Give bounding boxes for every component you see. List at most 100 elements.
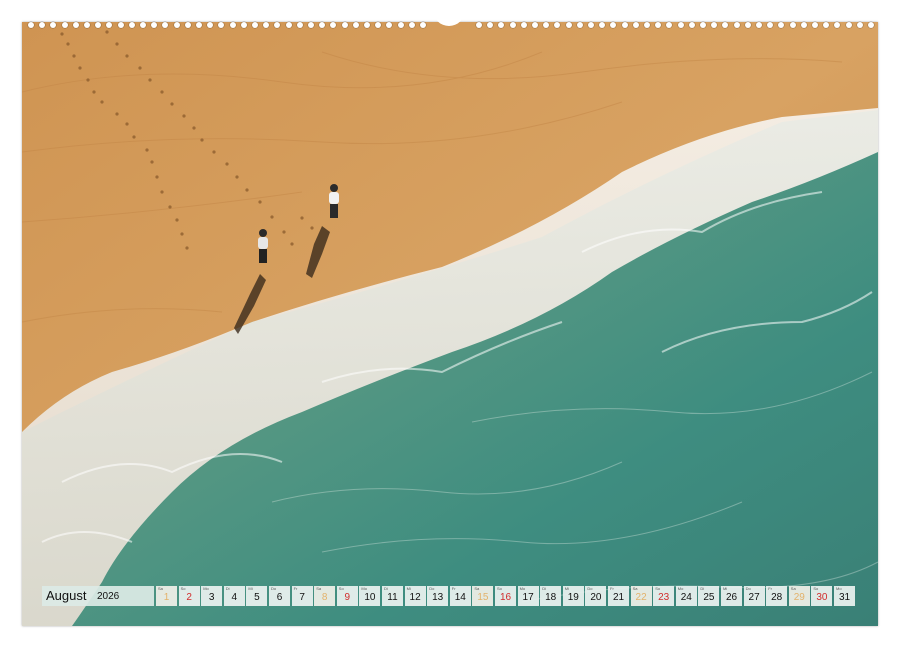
binding-hole: [196, 22, 202, 28]
binding-hole: [509, 22, 516, 28]
binding-hole: [789, 22, 796, 28]
day-cell: Sa 15: [472, 586, 494, 606]
day-number: 5: [254, 592, 260, 603]
day-cell: Di 25: [698, 586, 720, 606]
day-cell: Di 11: [382, 586, 403, 606]
day-cell: So 2: [178, 586, 200, 606]
binding-hole: [296, 22, 303, 28]
binding-hole: [812, 22, 818, 28]
day-number: 22: [635, 592, 647, 603]
weekday-abbr: Mo: [361, 586, 367, 591]
weekday-abbr: Do: [745, 586, 751, 591]
day-cell: So 30: [811, 586, 833, 606]
binding-hole: [106, 22, 113, 28]
binding-hole: [688, 22, 695, 28]
day-cell: Mo 17: [517, 586, 539, 606]
day-number: 16: [499, 592, 512, 603]
binding-hole: [868, 22, 874, 28]
binding-hole: [767, 22, 774, 28]
binding-hole: [800, 22, 807, 28]
binding-hole: [520, 22, 527, 28]
binding-hole: [599, 22, 606, 28]
weekday-abbr: Di: [542, 586, 546, 591]
day-cell: Fr 28: [766, 586, 788, 606]
weekday-abbr: Sa: [474, 586, 480, 591]
day-cell: Do 20: [585, 586, 607, 606]
binding-hole: [576, 22, 583, 28]
day-number: 31: [838, 592, 851, 603]
weekday-abbr: Fr: [293, 586, 298, 591]
binding-hole: [621, 22, 628, 28]
binding-hole: [95, 22, 102, 28]
binding-hole: [554, 22, 561, 28]
weekday-abbr: Sa: [158, 586, 163, 591]
day-cell: Fr 14: [449, 586, 471, 606]
binding-hole: [308, 22, 314, 28]
binding-hole: [655, 22, 662, 28]
binding-hole: [700, 22, 706, 28]
day-cell: Fr 7: [291, 586, 313, 606]
day-number: 10: [364, 592, 376, 603]
day-number: 2: [186, 592, 192, 603]
binding-hole: [173, 22, 180, 28]
weekday-abbr: Fr: [610, 586, 614, 591]
day-cell: Mi 26: [721, 586, 742, 606]
binding-hole: [386, 22, 393, 28]
day-cell: So 16: [495, 586, 516, 606]
day-cell: Do 27: [743, 586, 765, 606]
weekday-abbr: Mi: [248, 586, 253, 591]
day-cell: Sa 8: [314, 586, 336, 606]
calendar-strip: August 2026 Sa 1 So 2 Mo 3 Di 4 Mi 5 Do 6 Fr 7 Sa 8 So 9 Mo…: [42, 586, 858, 606]
binding-hole: [722, 22, 729, 28]
binding-hole: [128, 22, 135, 28]
day-number: 4: [231, 592, 238, 603]
day-cell: Mo 10: [359, 586, 381, 606]
binding-hole: [319, 22, 326, 28]
day-number: 28: [771, 592, 783, 603]
weekday-abbr: Sa: [316, 586, 322, 591]
day-number: 30: [816, 592, 828, 603]
binding-hole: [229, 22, 236, 28]
weekday-abbr: Fr: [451, 586, 456, 591]
binding-hole: [364, 22, 370, 28]
binding-hole: [140, 22, 146, 28]
binding-hole: [420, 22, 426, 28]
day-number: 8: [321, 592, 328, 603]
month-label-box: August 2026: [42, 586, 154, 606]
binding-hole: [375, 22, 382, 28]
weekday-abbr: Mo: [519, 586, 526, 591]
binding-hole: [184, 22, 191, 28]
weekday-abbr: Mo: [203, 586, 209, 591]
day-number: 1: [163, 592, 170, 603]
binding-hole: [341, 22, 348, 28]
binding-hole: [588, 22, 594, 28]
binding-hole: [498, 22, 505, 28]
day-cell: Do 6: [269, 586, 290, 606]
day-number: 21: [612, 592, 625, 603]
day-number: 13: [432, 592, 444, 603]
day-cell: Mo 3: [201, 586, 223, 606]
day-number: 27: [748, 592, 760, 603]
weekday-abbr: So: [180, 586, 186, 591]
day-number: 9: [344, 592, 351, 603]
weekday-abbr: So: [655, 586, 661, 591]
binding-hole: [263, 22, 270, 28]
day-number: 25: [703, 592, 715, 603]
weekday-abbr: So: [497, 586, 502, 591]
day-number: 12: [409, 592, 421, 603]
binding-hole: [756, 22, 762, 28]
day-number: 24: [680, 592, 692, 603]
day-cell: Sa 22: [630, 586, 652, 606]
binding-hole: [151, 22, 158, 28]
year: 2026: [97, 591, 120, 602]
day-cell: Mi 19: [562, 586, 584, 606]
binding-hole: [117, 22, 124, 28]
binding-hole: [408, 22, 415, 28]
day-cell: Fr 21: [608, 586, 629, 606]
day-cell: Di 18: [540, 586, 562, 606]
binding-hole: [834, 22, 841, 28]
beach-photo: [22, 22, 878, 626]
binding-hole: [711, 22, 718, 28]
day-number: 19: [567, 592, 579, 603]
binding-hole: [162, 22, 169, 28]
